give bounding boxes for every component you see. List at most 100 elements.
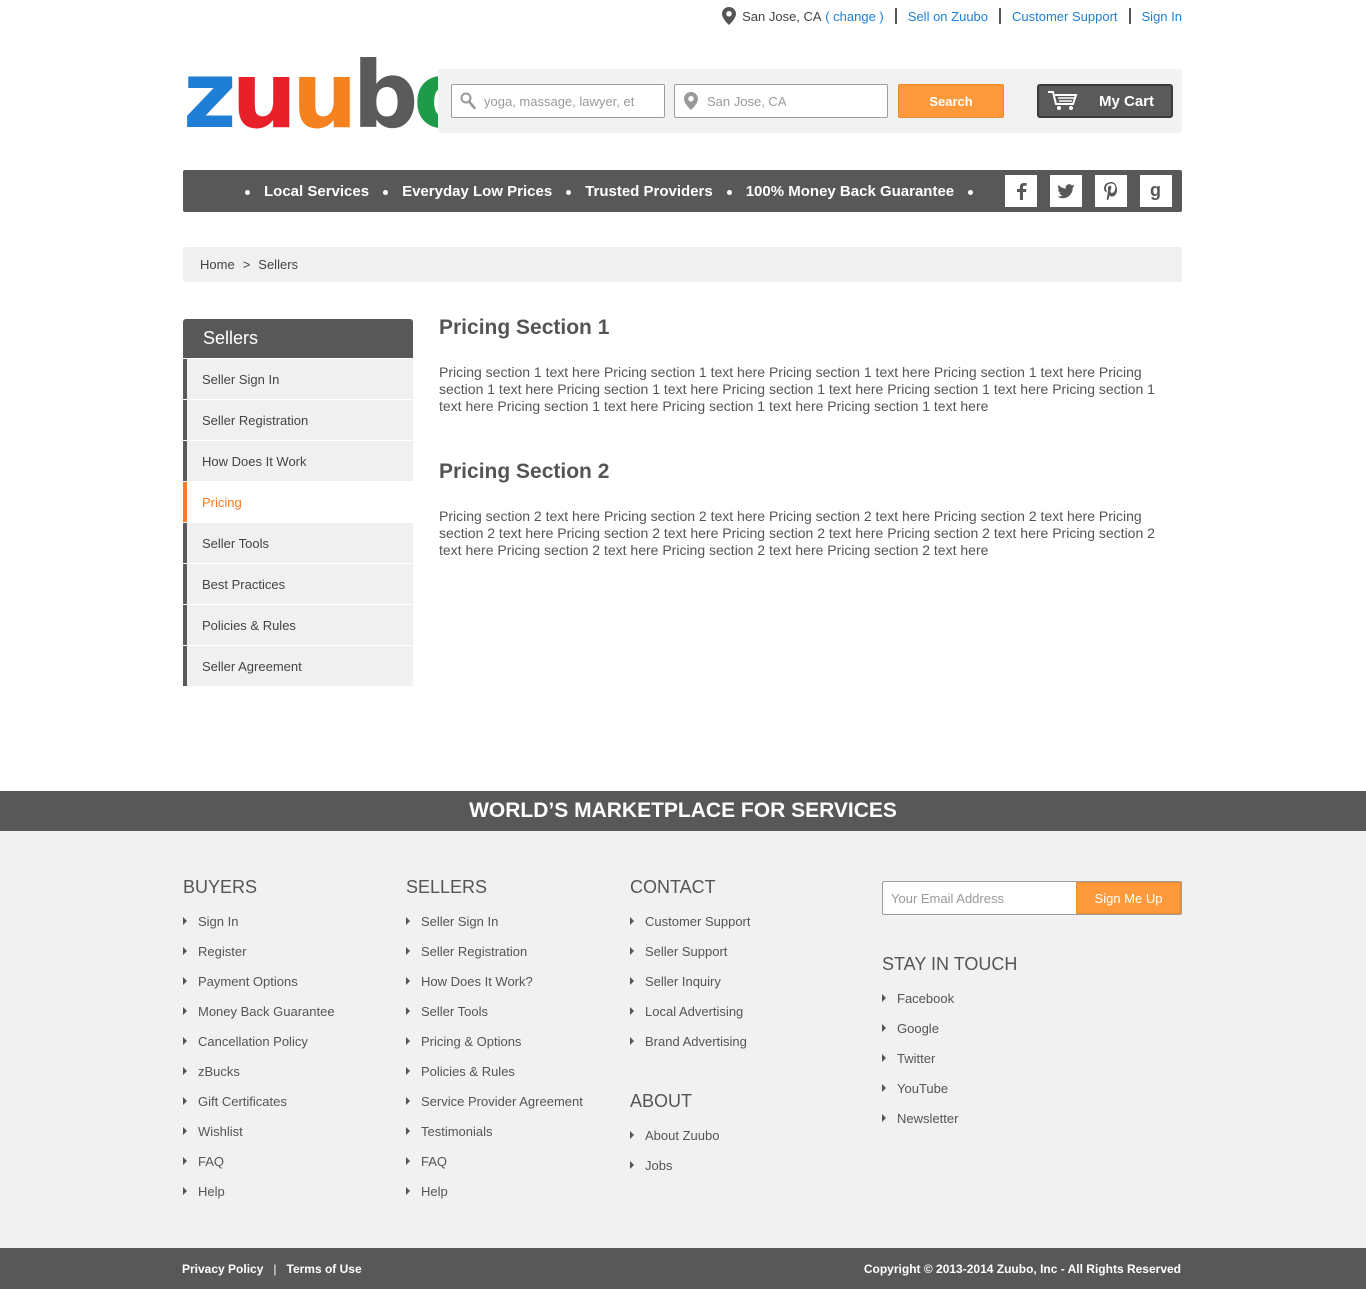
- customer-support-link[interactable]: Customer Support: [1012, 9, 1118, 24]
- twitter-icon[interactable]: [1050, 175, 1082, 207]
- my-cart-button[interactable]: My Cart: [1037, 84, 1173, 118]
- footer-sellers-link[interactable]: Seller Sign In: [406, 906, 583, 936]
- footer-social-link[interactable]: Newsletter: [882, 1103, 1017, 1133]
- footer-column-title: STAY IN TOUCH: [882, 954, 1018, 974]
- footer-buyers-link[interactable]: Sign In: [183, 906, 335, 936]
- footer-sellers-link[interactable]: How Does It Work?: [406, 966, 583, 996]
- sidebar-item-policies-rules[interactable]: Policies & Rules: [183, 605, 413, 645]
- caret-right-icon: [882, 1054, 886, 1062]
- change-location-link[interactable]: ( change ): [825, 9, 884, 24]
- where-search-field[interactable]: [674, 84, 888, 118]
- bullet-icon: [726, 190, 732, 195]
- footer-about-link[interactable]: Jobs: [630, 1150, 719, 1180]
- what-search-input[interactable]: [484, 93, 634, 109]
- footer-contact-link[interactable]: Seller Support: [630, 936, 751, 966]
- footer-buyers-link[interactable]: Payment Options: [183, 966, 335, 996]
- breadcrumb-home[interactable]: Home: [200, 257, 235, 272]
- footer-buyers-link[interactable]: zBucks: [183, 1056, 335, 1086]
- bottom-bar: Privacy Policy | Terms of Use Copyright …: [0, 1248, 1366, 1289]
- search-icon: [460, 92, 476, 110]
- caret-right-icon: [183, 1157, 187, 1165]
- breadcrumb: Home > Sellers: [183, 247, 1182, 282]
- cart-icon: [1048, 91, 1078, 110]
- sidebar-item-pricing[interactable]: Pricing: [183, 482, 413, 522]
- sidebar-item-seller-registration[interactable]: Seller Registration: [183, 400, 413, 440]
- footer-social-link[interactable]: YouTube: [882, 1073, 1017, 1103]
- footer-link-label: Seller Inquiry: [645, 973, 721, 989]
- where-search-input[interactable]: [707, 93, 857, 109]
- footer-sellers-link[interactable]: Help: [406, 1176, 583, 1206]
- footer-contact-link[interactable]: Brand Advertising: [630, 1026, 751, 1056]
- footer-contact-link[interactable]: Customer Support: [630, 906, 751, 936]
- what-search-field[interactable]: [451, 84, 665, 118]
- footer-contact-link[interactable]: Local Advertising: [630, 996, 751, 1026]
- nav-local-services[interactable]: Local Services: [264, 183, 369, 200]
- caret-right-icon: [630, 1037, 634, 1045]
- footer-link-list: Customer Support Seller Support Seller Inq…: [630, 906, 751, 1056]
- footer-link-label: Help: [198, 1183, 225, 1199]
- sidebar-item-seller-sign-in[interactable]: Seller Sign In: [183, 359, 413, 399]
- caret-right-icon: [630, 1131, 634, 1139]
- footer-sellers-link[interactable]: Policies & Rules: [406, 1056, 583, 1086]
- footer-social-link[interactable]: Google: [882, 1013, 1017, 1043]
- top-links: San Jose, CA ( change ) Sell on Zuubo Cu…: [722, 7, 1182, 25]
- footer-buyers-link[interactable]: Help: [183, 1176, 335, 1206]
- copyright: Copyright © 2013-2014 Zuubo, Inc - All R…: [863, 1261, 1181, 1276]
- caret-right-icon: [183, 947, 187, 955]
- footer-buyers-link[interactable]: Register: [183, 936, 335, 966]
- footer-sellers-column: SELLERS Seller Sign In Seller Registratio…: [406, 877, 583, 1206]
- footer-sellers-link[interactable]: Seller Registration: [406, 936, 583, 966]
- caret-right-icon: [630, 1161, 634, 1169]
- nav-items: Local Services Everyday Low Prices Trust…: [245, 170, 987, 212]
- nav-trusted-providers[interactable]: Trusted Providers: [585, 183, 713, 200]
- social-links: g: [1005, 175, 1172, 207]
- sell-on-zuubo-link[interactable]: Sell on Zuubo: [908, 9, 988, 24]
- footer-sellers-link[interactable]: Service Provider Agreement: [406, 1086, 583, 1116]
- google-icon[interactable]: g: [1140, 175, 1172, 207]
- footer-link-label: How Does It Work?: [421, 973, 533, 989]
- footer-link-label: Facebook: [897, 990, 955, 1006]
- sidebar-item-best-practices[interactable]: Best Practices: [183, 564, 413, 604]
- nav-money-back-guarantee[interactable]: 100% Money Back Guarantee: [746, 183, 954, 200]
- footer-link-list: Sign In Register Payment Options Money Back…: [183, 906, 335, 1206]
- caret-right-icon: [882, 994, 886, 1002]
- footer-sellers-link[interactable]: FAQ: [406, 1146, 583, 1176]
- sidebar-item-seller-tools[interactable]: Seller Tools: [183, 523, 413, 563]
- footer-social-link[interactable]: Facebook: [882, 983, 1017, 1013]
- footer-buyers-link[interactable]: FAQ: [183, 1146, 335, 1176]
- sign-in-link[interactable]: Sign In: [1142, 9, 1182, 24]
- caret-right-icon: [183, 1037, 187, 1045]
- bullet-icon: [968, 190, 974, 195]
- pinterest-icon[interactable]: [1095, 175, 1127, 207]
- zuubo-logo[interactable]: zuubo: [183, 50, 477, 142]
- main-content: Pricing Section 1 Pricing section 1 text…: [439, 316, 1179, 559]
- sidebar-item-how-does-it-work[interactable]: How Does It Work: [183, 441, 413, 481]
- footer-buyers-link[interactable]: Gift Certificates: [183, 1086, 335, 1116]
- sidebar-item-seller-agreement[interactable]: Seller Agreement: [183, 646, 413, 686]
- footer-sellers-link[interactable]: Seller Tools: [406, 996, 583, 1026]
- logo-letter: u: [292, 42, 357, 149]
- footer-about-link[interactable]: About Zuubo: [630, 1120, 719, 1150]
- footer-buyers-link[interactable]: Wishlist: [183, 1116, 335, 1146]
- caret-right-icon: [630, 977, 634, 985]
- footer-contact-column: CONTACT Customer Support Seller Support Se…: [630, 877, 751, 1056]
- footer-sellers-link[interactable]: Testimonials: [406, 1116, 583, 1146]
- email-input[interactable]: [883, 882, 1076, 914]
- caret-right-icon: [183, 1097, 187, 1105]
- footer-sellers-link[interactable]: Pricing & Options: [406, 1026, 583, 1056]
- facebook-icon[interactable]: [1005, 175, 1037, 207]
- footer-link-label: Payment Options: [198, 973, 298, 989]
- footer-link-label: Newsletter: [897, 1110, 959, 1126]
- nav-everyday-low-prices[interactable]: Everyday Low Prices: [402, 183, 552, 200]
- footer-buyers-link[interactable]: Cancellation Policy: [183, 1026, 335, 1056]
- footer-contact-link[interactable]: Seller Inquiry: [630, 966, 751, 996]
- sign-me-up-button[interactable]: Sign Me Up: [1076, 882, 1181, 914]
- terms-of-use-link[interactable]: Terms of Use: [287, 1262, 362, 1276]
- footer-link-label: Register: [198, 943, 247, 959]
- privacy-policy-link[interactable]: Privacy Policy: [182, 1262, 263, 1276]
- caret-right-icon: [183, 977, 187, 985]
- bullet-icon: [245, 190, 250, 195]
- footer-buyers-link[interactable]: Money Back Guarantee: [183, 996, 335, 1026]
- search-button[interactable]: Search: [898, 84, 1004, 118]
- footer-social-link[interactable]: Twitter: [882, 1043, 1017, 1073]
